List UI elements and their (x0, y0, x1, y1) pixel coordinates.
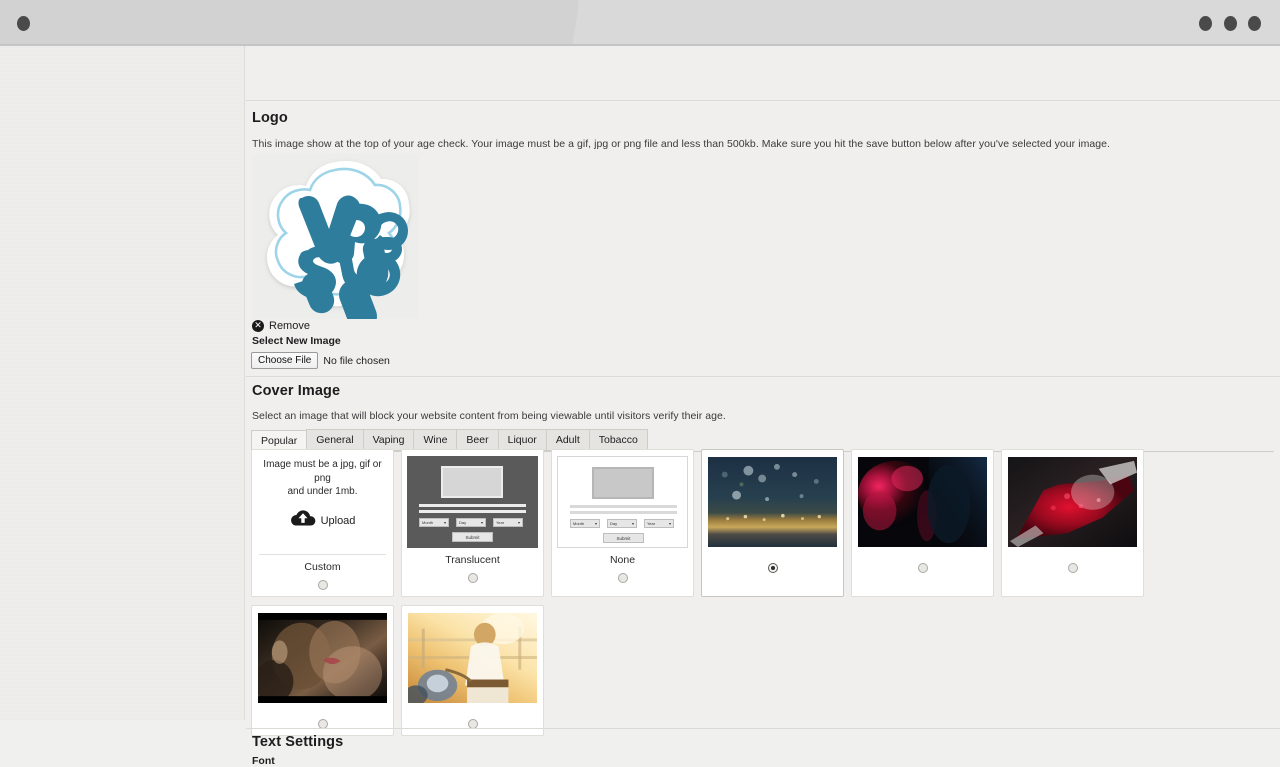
browser-active-tab[interactable] (578, 0, 1280, 46)
toolbar-dot-3[interactable] (1248, 16, 1261, 31)
window-control-dot[interactable] (17, 16, 30, 31)
preview-logo-box (441, 466, 503, 498)
cover-image-radio[interactable] (617, 572, 628, 583)
age-gate-preview-translucent: Month ▾ Day ▾ Year ▾ Submit (407, 456, 538, 548)
chevron-down-icon: ▾ (480, 520, 483, 525)
upload-button[interactable]: Upload (290, 509, 356, 533)
preview-day-select: Day ▾ (456, 518, 486, 527)
custom-upload-message: Image must be a jpg, gif or png and under… (257, 458, 388, 499)
cover-image-card-red-wine-pour[interactable] (1001, 449, 1144, 597)
cover-thumbnail-man-scooter-sunset[interactable] (407, 611, 538, 704)
preview-month-select: Month ▾ (570, 519, 600, 528)
preview-text-line (419, 510, 526, 513)
cover-image-card-red-smoke-couple[interactable] (851, 449, 994, 597)
chevron-down-icon: ▾ (631, 521, 634, 526)
chevron-down-icon: ▾ (443, 520, 446, 525)
age-gate-preview-none: Month ▾ Day ▾ Year ▾ Submit (557, 456, 688, 548)
cover-image-card-custom[interactable]: Image must be a jpg, gif or png and under… (251, 449, 394, 597)
close-circle-icon: ✕ (252, 320, 264, 332)
remove-logo-label: Remove (269, 320, 310, 332)
cover-section-title: Cover Image (252, 383, 341, 399)
text-settings-title: Text Settings (252, 734, 344, 750)
preview-day-select: Day ▾ (607, 519, 637, 528)
preview-year-select: Year ▾ (493, 518, 523, 527)
chevron-down-icon: ▾ (517, 520, 520, 525)
cover-image-radio[interactable] (1067, 563, 1078, 573)
preview-text-line (570, 511, 677, 514)
cover-tab-liquor[interactable]: Liquor (497, 429, 546, 452)
preview-year-select: Year ▾ (644, 519, 674, 528)
left-rail (0, 46, 245, 720)
chevron-down-icon: ▾ (594, 521, 597, 526)
font-field-label: Font (252, 755, 275, 767)
chevron-down-icon: ▾ (668, 521, 671, 526)
cover-tab-vaping[interactable]: Vaping (362, 429, 414, 452)
cover-image-card-translucent[interactable]: Month ▾ Day ▾ Year ▾ Submit Translucent (401, 449, 544, 597)
upload-label: Upload (320, 514, 356, 527)
cover-tab-adult[interactable]: Adult (545, 429, 589, 452)
cover-tab-beer[interactable]: Beer (456, 429, 498, 452)
cover-section-rule (246, 376, 1280, 377)
cover-thumbnail-red-wine-pour[interactable] (1007, 456, 1138, 548)
toolbar-dot-2[interactable] (1224, 16, 1237, 31)
browser-chrome (0, 0, 1280, 46)
preview-text-line (419, 504, 526, 507)
text-section-rule (246, 728, 1280, 729)
cover-section-description: Select an image that will block your web… (252, 410, 726, 422)
cloud-upload-icon (290, 509, 316, 533)
vape-shop-logo-graphic (252, 154, 419, 319)
preview-month-select: Month ▾ (419, 518, 449, 527)
cover-image-card-man-scooter-sunset[interactable] (401, 604, 544, 736)
cover-image-radio[interactable] (317, 579, 328, 590)
cover-image-grid: Image must be a jpg, gif or png and under… (251, 449, 1280, 744)
preview-logo-box (592, 467, 654, 499)
card-divider (259, 554, 386, 555)
cover-tab-tobacco[interactable]: Tobacco (588, 429, 648, 452)
cover-image-card-none[interactable]: Month ▾ Day ▾ Year ▾ Submit None (551, 449, 694, 597)
toolbar-dot-1[interactable] (1199, 16, 1212, 31)
logo-preview-image (252, 154, 419, 319)
cover-thumbnail-couple-intimate-dark[interactable] (257, 611, 388, 704)
preview-submit-button: Submit (603, 533, 644, 543)
logo-section-rule (246, 100, 1280, 101)
preview-month-label: Month (573, 521, 585, 526)
logo-section-title: Logo (252, 110, 288, 126)
cover-card-caption: None (609, 554, 636, 566)
preview-day-label: Day (459, 520, 467, 525)
preview-month-label: Month (422, 520, 434, 525)
cover-image-radio[interactable] (917, 563, 928, 573)
preview-year-label: Year (647, 521, 656, 526)
remove-logo-button[interactable]: ✕ Remove (252, 320, 310, 332)
page-body: Logo This image show at the top of your … (0, 46, 1280, 767)
preview-day-label: Day (610, 521, 618, 526)
cover-thumbnail-bokeh-gold-night[interactable] (707, 456, 838, 548)
cover-image-radio[interactable] (767, 563, 778, 573)
no-file-chosen-label: No file chosen (323, 354, 390, 367)
choose-file-button[interactable]: Choose File (251, 352, 319, 369)
cover-tab-wine[interactable]: Wine (413, 429, 457, 452)
cover-card-caption: Custom (304, 561, 341, 573)
custom-msg-line2: and under 1mb. (287, 486, 358, 497)
custom-upload-area[interactable]: Image must be a jpg, gif or png and under… (257, 456, 388, 548)
cover-tab-general[interactable]: General (306, 429, 363, 452)
file-input-row[interactable]: Choose File No file chosen (251, 352, 390, 369)
cover-thumbnail-red-smoke-couple[interactable] (857, 456, 988, 548)
preview-submit-button: Submit (452, 532, 493, 542)
cover-image-radio[interactable] (467, 572, 478, 583)
select-new-image-label: Select New Image (252, 335, 341, 347)
logo-section-description: This image show at the top of your age c… (252, 138, 1111, 150)
cover-card-caption: Translucent (445, 554, 500, 566)
preview-text-line (570, 505, 677, 508)
custom-msg-line1: Image must be a jpg, gif or png (263, 459, 382, 484)
cover-image-card-couple-intimate-dark[interactable] (251, 604, 394, 736)
preview-year-label: Year (496, 520, 505, 525)
cover-image-card-bokeh-gold-night[interactable] (701, 449, 844, 597)
